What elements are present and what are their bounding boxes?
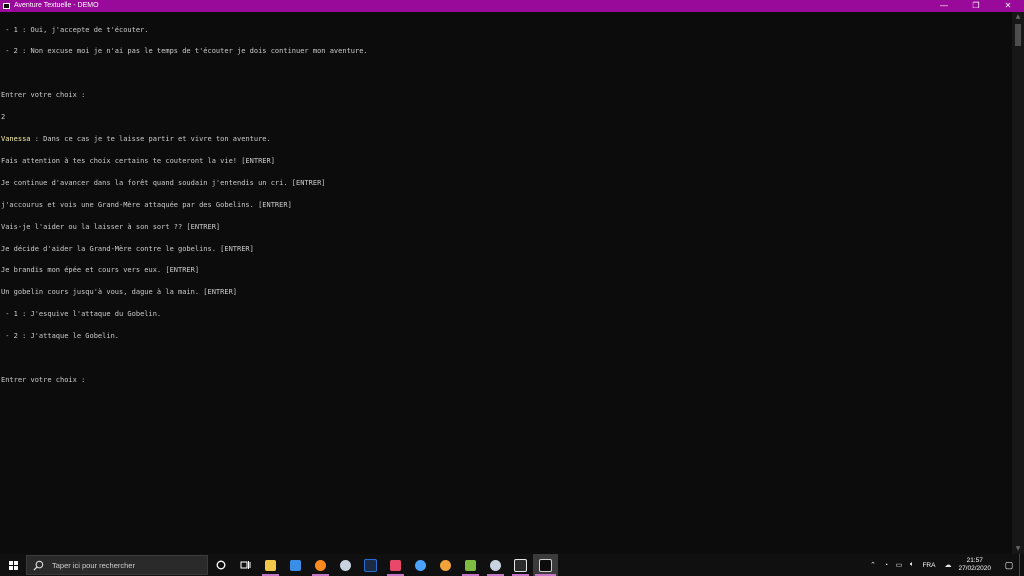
console-line: Fais attention à tes choix certains te c… [1,156,275,165]
search-icon [33,560,44,571]
console-line: Je brandis mon épée et cours vers eux. [… [1,266,200,275]
search-box[interactable]: Taper ici pour rechercher [26,555,208,575]
title-bar: Aventure Textuelle - DEMO — ❐ ✕ [0,0,1024,12]
console-line: Je décide d'aider la Grand-Mère contre l… [1,244,254,253]
speaker-name: Vanessa [1,135,31,144]
maximize-button[interactable]: ❐ [960,0,992,12]
steam-2-icon[interactable] [483,554,508,576]
input-prompt[interactable]: Entrer votre choix : [1,376,1013,384]
scrollbar-thumb[interactable] [1015,24,1021,46]
clock-date: 27/02/2020 [958,565,991,572]
firefox-icon[interactable] [308,554,333,576]
app-orange-circle-icon[interactable] [433,554,458,576]
search-placeholder: Taper ici pour rechercher [52,560,135,570]
app-red-icon[interactable] [383,554,408,576]
notification-icon[interactable]: ▢ [999,560,1019,571]
scroll-down-icon[interactable]: ▼ [1012,544,1024,554]
wifi-icon[interactable]: ◔ [879,562,892,569]
console-output[interactable]: - 1 : Oui, j'accepte de t'écouter. - 2 :… [0,12,1013,554]
network-icon[interactable]: ▭ [892,561,905,569]
vertical-scrollbar[interactable]: ▲ ▼ [1012,12,1024,554]
window-title: Aventure Textuelle - DEMO [14,2,99,9]
console-line: j'accourus et vois une Grand-Mère attaqu… [1,200,292,209]
clock-time: 21:57 [966,557,983,564]
close-button[interactable]: ✕ [992,0,1024,12]
console-line: - 2 : Non excuse moi je n'ai pas le temp… [1,47,368,56]
language-indicator[interactable]: FRA [922,562,935,569]
start-button[interactable] [0,554,26,576]
app-blue-circle-icon[interactable] [408,554,433,576]
clock[interactable]: 21:57 27/02/2020 [958,557,991,573]
choice-option-2: - 2 : J'attaque le Gobelin. [1,332,120,341]
dialogue-text: : Dans ce cas je te laisse partir et viv… [30,135,271,144]
scroll-up-icon[interactable]: ▲ [1012,12,1024,22]
show-desktop-button[interactable] [1019,554,1024,576]
console-line: Vais-je l'aider ou la laisser à son sort… [1,222,221,231]
choice-option-1: - 1 : J'esquive l'attaque du Gobelin. [1,310,162,319]
task-view-icon[interactable] [233,554,258,576]
cloud-icon[interactable]: ☁ [941,561,954,569]
mail-icon[interactable] [283,554,308,576]
cortana-icon[interactable] [208,554,233,576]
system-tray: ⌃ ◔ ▭ 🔈︎ FRA ☁ 21:57 27/02/2020 ▢ [866,554,1024,576]
console-line: - 1 : Oui, j'accepte de t'écouter. [1,25,149,34]
chevron-up-icon[interactable]: ⌃ [866,561,879,569]
steam-icon[interactable] [333,554,358,576]
minimize-button[interactable]: — [928,0,960,12]
windows-logo-icon [8,560,18,570]
console-line: 2 [1,113,6,122]
epic-games-icon[interactable] [508,554,533,576]
file-explorer-icon[interactable] [258,554,283,576]
app-dark-icon[interactable] [358,554,383,576]
console-app-icon [3,3,10,9]
taskbar: Taper ici pour rechercher ⌃ ◔ ▭ 🔈︎ FRA ☁… [0,554,1024,576]
app-green-icon[interactable] [458,554,483,576]
terminal-icon[interactable] [533,554,558,576]
console-line: Entrer votre choix : [1,91,86,100]
volume-icon[interactable]: 🔈︎ [905,561,918,569]
dialogue-line: Vanessa : Dans ce cas je te laisse parti… [1,135,1013,144]
console-line: Un gobelin cours jusqu'à vous, dague à l… [1,288,238,297]
console-line: Je continue d'avancer dans la forêt quan… [1,178,326,187]
